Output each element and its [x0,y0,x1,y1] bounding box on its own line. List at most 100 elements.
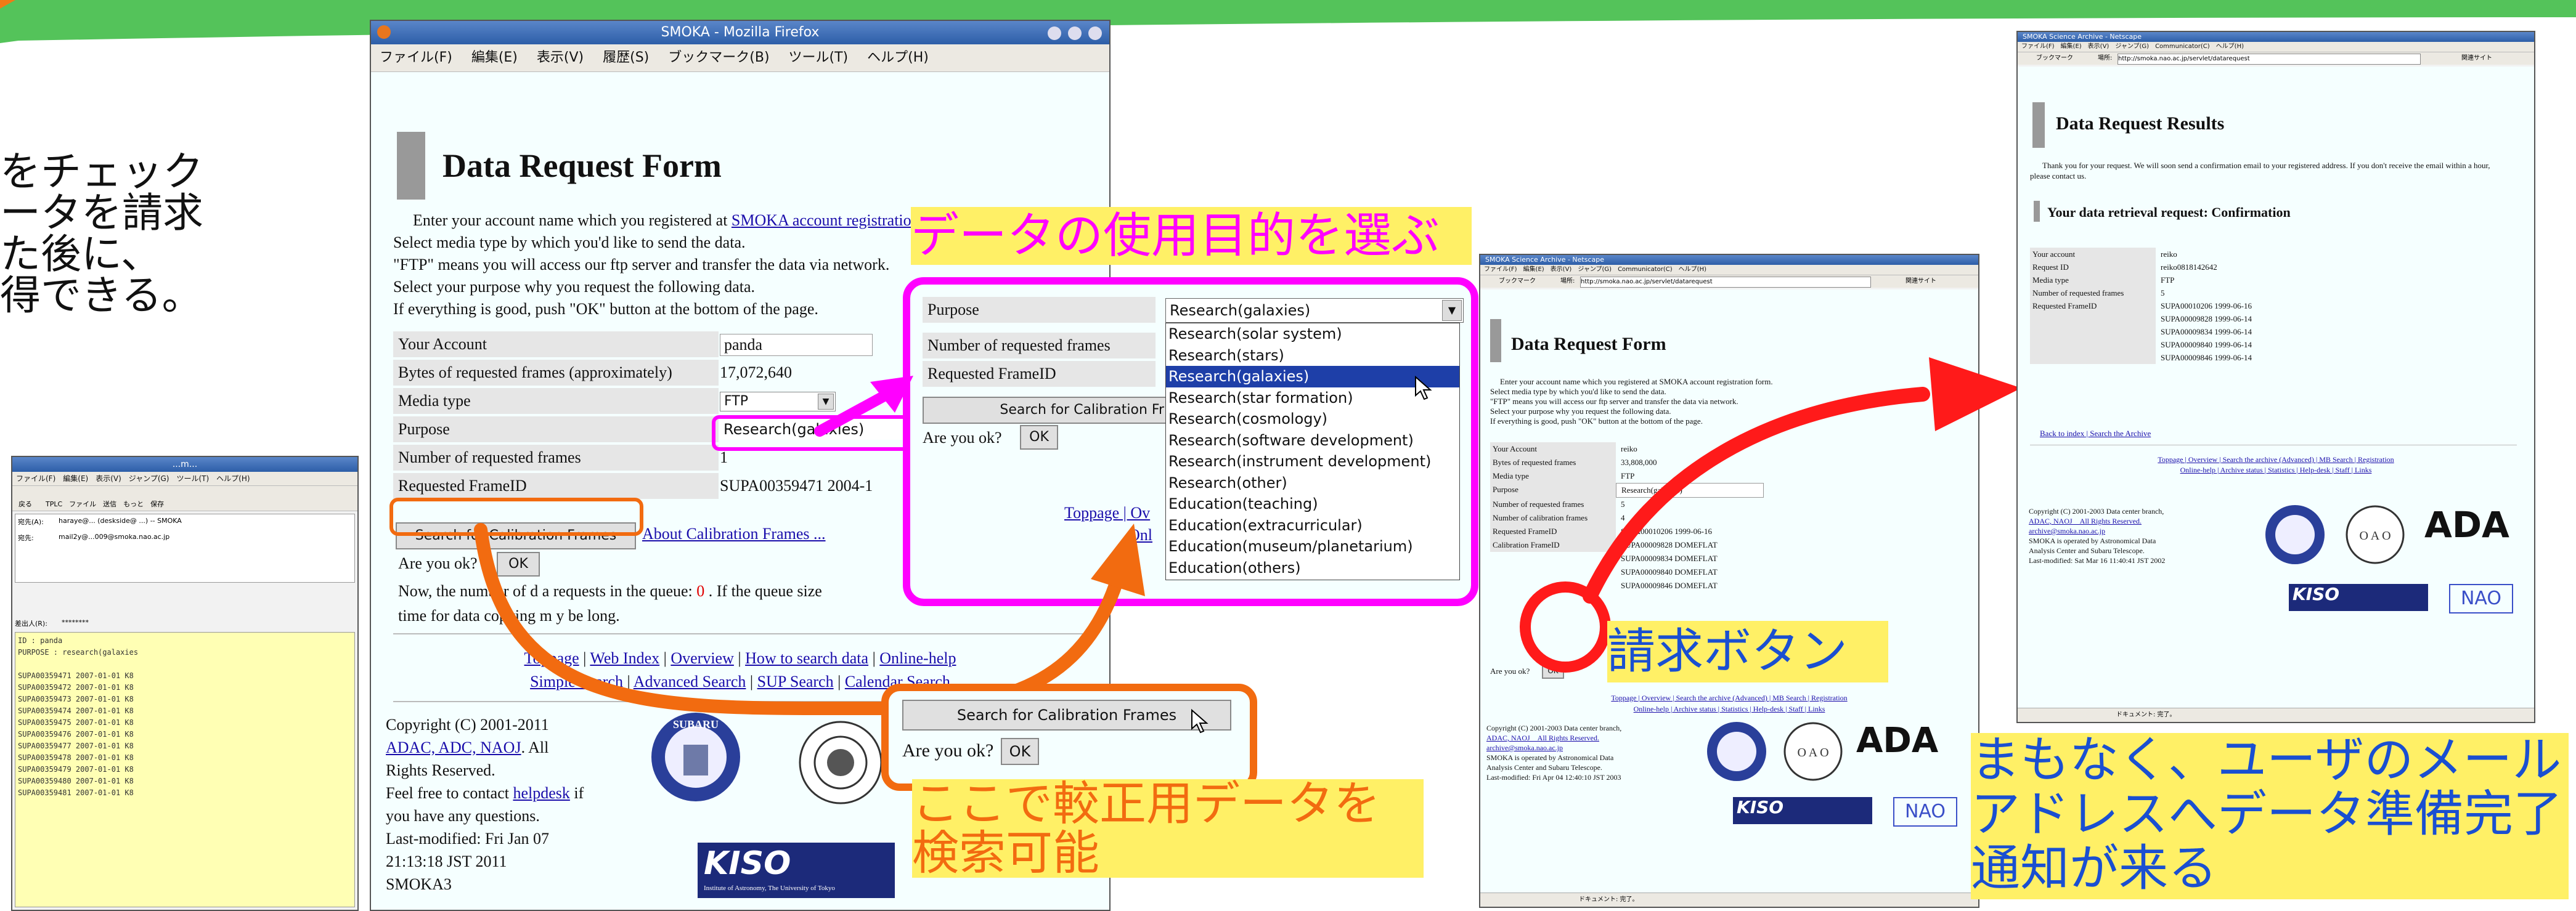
menu-file[interactable]: ファイル(F) [380,50,452,65]
address-label: 宛先(A): [18,518,44,526]
close-icon[interactable] [1088,26,1102,40]
bookmark-button[interactable]: ブックマーク [2036,52,2073,65]
areyouok-label: Are you ok? [398,554,478,572]
results-row-value: 5 [2161,288,2165,298]
results-row-value: SUPA00009834 1999-06-14 [2161,327,2252,336]
mail-body-line: SUPA00359471 2007-01-01 K8 [18,671,134,680]
oao-logo-text: O A O [2359,529,2391,543]
bookmark-button[interactable]: ブックマーク [1499,275,1536,288]
zoom-calib-ok-button[interactable]: OK [1001,738,1039,765]
netscape-links-row1[interactable]: Toppage | Overview | Search the archive … [1480,692,1978,703]
netscape-titlebar[interactable]: SMOKA Science Archive - Netscape [1480,255,1978,265]
zoom-purpose-label: Purpose [923,297,1156,323]
netscape-links: Toppage | Overview | Search the archive … [1480,692,1978,715]
zoom-calib-button[interactable]: Search for Calibration Fr [923,397,1168,424]
calibration-callout: ここで較正用データを 検索可能 [912,779,1424,878]
related-sites[interactable]: 関連サイト [1906,275,1936,288]
lastmod-text: Last-modified: Fri Jan 07 [386,830,550,848]
firefox-titlebar[interactable]: SMOKA - Mozilla Firefox [371,21,1109,44]
notify-callout-line: まもなく、ユーザのメール [1971,731,2562,788]
results-links-row1[interactable]: Toppage | Overview | Search the archive … [2018,455,2534,465]
left-description-line: ータを請求 [0,189,203,237]
netscape-menubar[interactable]: ファイル(F) 編集(E) 表示(V) ジャンプ(G) Communicator… [1480,265,1978,275]
mail-body-line: SUPA00359481 2007-01-01 K8 [18,788,134,797]
zoom-purpose-select[interactable]: Research(galaxies) ▼ [1165,298,1464,323]
to-value[interactable]: mail2y@...009@smoka.nao.ac.jp [59,533,169,541]
subaru-logo [1707,722,1766,781]
results-table: Your account reiko Request ID reiko0818142… [2030,248,2313,364]
questions-text: you have any questions. [386,807,540,825]
num-frames-label: Number of requested frames [393,445,719,471]
frameid-label: Requested FrameID [393,473,719,499]
menu-help[interactable]: ヘルプ(H) [867,50,929,65]
oao-logo: O A O [1783,722,1843,781]
left-description-line: 得できる。 [0,272,203,319]
zoom-search-calibration-button[interactable]: Search for Calibration Frames [902,700,1231,731]
heading-bar [397,132,425,200]
results-footer-line: Last-modified: Sat Mar 16 11:40:41 JST 2… [2029,556,2166,565]
netscape-footer-line[interactable]: archive@smoka.nao.ac.jp [1486,743,1621,753]
results-titlebar[interactable]: SMOKA Science Archive - Netscape [2018,32,2534,42]
results-row-key: Request ID [2030,261,2156,273]
results-footer-line[interactable]: archive@smoka.nao.ac.jp [2029,526,2165,536]
mail-body-line: SUPA00359480 2007-01-01 K8 [18,777,134,785]
maximize-icon[interactable] [1068,26,1082,40]
account-input[interactable]: panda [720,334,873,356]
request-button-callout: 請求ボタン [1607,621,1888,682]
zoom-ok-button[interactable]: OK [1020,425,1058,450]
menu-tools[interactable]: ツール(T) [789,50,849,65]
calibration-callout-line: 検索可能 [912,825,1099,880]
mail-body-line: SUPA00359472 2007-01-01 K8 [18,683,134,692]
results-back-link[interactable]: Back to index | Search the Archive [2040,429,2151,439]
netscape-footer-line: Analysis Center and Subaru Telescope. [1486,763,1602,772]
intro-prefix: Enter your account name which you regist… [413,211,728,229]
mail-window-toolbar[interactable]: 戻る TPLC ファイル 送信 もっと 保存 [12,486,357,511]
mail-window-titlebar[interactable]: ...m... [12,457,357,472]
netscape-links-row2[interactable]: Online-help | Archive status | Statistic… [1480,703,1978,715]
zoom-frame-label: Requested FrameID [923,361,1156,387]
from-value[interactable]: ******** [62,618,89,626]
results-row-value: reiko0818142642 [2161,262,2217,272]
frameid-value: SUPA00359471 2004-1 [720,477,873,495]
results-menubar[interactable]: ファイル(F) 編集(E) 表示(V) ジャンプ(G) Communicator… [2018,42,2534,52]
netscape-footer-line[interactable]: ADAC, NAOJ All Rights Reserved. [1486,733,1621,743]
purpose-option[interactable]: Research(stars) [1166,345,1459,366]
results-links-row2[interactable]: Online-help | Archive status | Statistic… [2018,465,2534,476]
results-row-value: SUPA00009846 1999-06-14 [2161,353,2252,362]
mail-body-line: SUPA00359477 2007-01-01 K8 [18,742,134,750]
menu-history[interactable]: 履歴(S) [603,50,649,65]
kiso-logo-text: KISO [704,845,791,882]
mail-body[interactable]: ID : panda PURPOSE : research(galaxies S… [15,632,355,907]
subaru-logo [2265,505,2325,564]
purpose-option[interactable]: Research(software development) [1166,430,1459,451]
netscape-footer-line: Last-modified: Fri Apr 04 12:40:10 JST 2… [1486,773,1621,782]
nao-logo: NAO [1893,797,1957,827]
chevron-down-icon[interactable]: ▼ [1442,300,1462,321]
results-footer-line[interactable]: ADAC, NAOJ All Rights Reserved. [2029,516,2165,526]
menu-bookmarks[interactable]: ブックマーク(B) [668,50,769,65]
mail-window-menubar[interactable]: ファイル(F) 編集(E) 表示(V) ジャンプ(G) ツール(T) ヘルプ(H… [12,472,357,486]
menu-view[interactable]: 表示(V) [537,50,584,65]
mail-body-line: ID : panda [18,636,63,645]
calibration-callout-line: ここで較正用データを [912,776,1380,831]
menu-edit[interactable]: 編集(E) [471,50,518,65]
results-row-value: SUPA00010206 1999-06-16 [2161,301,2252,310]
results-footer-line: SMOKA is operated by Astronomical Data [2029,536,2156,545]
purpose-option[interactable]: Research(cosmology) [1166,408,1459,430]
to-label: 宛先: [18,534,34,542]
purpose-option[interactable]: Research(solar system) [1166,323,1459,345]
purpose-callout: データの使用目的を選ぶ [911,207,1472,265]
mail-body-line: SUPA00359475 2007-01-01 K8 [18,718,134,727]
results-row-key [2030,338,2156,351]
location-input[interactable]: http://smoka.nao.ac.jp/servlet/datareque… [2117,54,2421,65]
zoom-calib-areyouok: Are you ok? [902,740,994,761]
purpose-option[interactable]: Research(other) [1166,472,1459,494]
location-input[interactable]: http://smoka.nao.ac.jp/servlet/datareque… [1580,277,1871,288]
address-value[interactable]: haraye@... (deskside@ ...) -- SMOKA [59,517,182,525]
minimize-icon[interactable] [1048,26,1061,40]
related-sites[interactable]: 関連サイト [2461,52,2492,65]
from-label: 差出人(R): [15,620,47,628]
kiso-logo: KISO [1733,797,1872,824]
purpose-option[interactable]: Research(instrument development) [1166,451,1459,472]
mail-window: ...m... ファイル(F) 編集(E) 表示(V) ジャンプ(G) ツール(… [11,456,359,911]
